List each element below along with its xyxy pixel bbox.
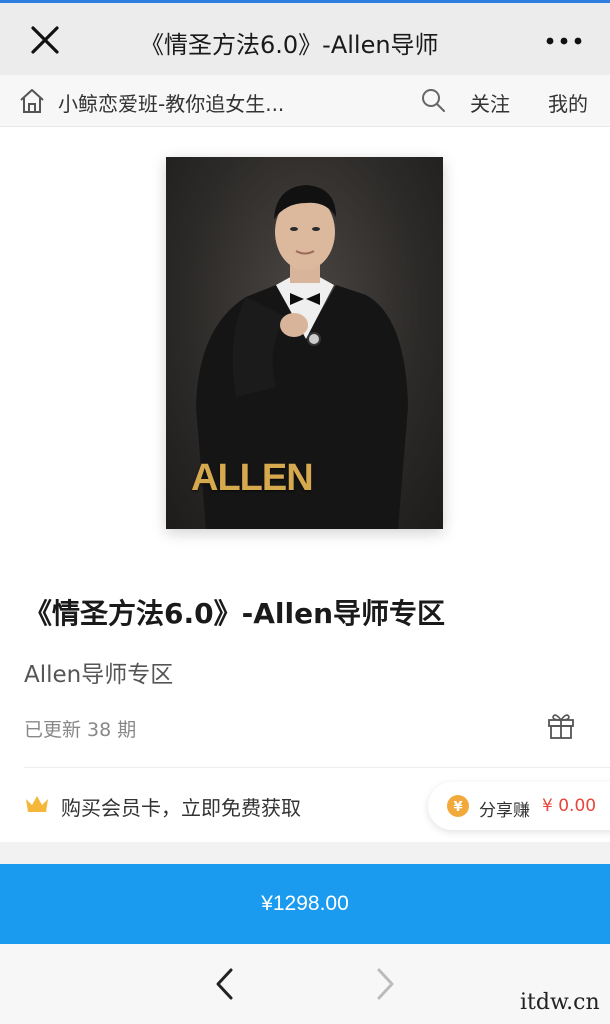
shop-nav-bar: 小鲸恋爱班-教你追女生... 关注 我的 [0,75,610,127]
title-bar: 《情圣方法6.0》-Allen导师 [0,3,610,75]
share-amount: ¥ 0.00 [542,796,597,816]
section-gap [0,842,610,864]
browser-bottom-bar [0,944,610,1024]
chevron-left-icon[interactable] [210,966,240,1002]
chevron-right-icon[interactable] [370,966,400,1002]
mine-link[interactable]: 我的 [548,88,588,117]
search-icon[interactable] [420,87,446,113]
page-title: 《情圣方法6.0》-Allen导师 [140,31,439,59]
coin-icon: ¥ [446,794,470,818]
product-cover-image: ALLEN [166,157,443,529]
product-title: 《情圣方法6.0》-Allen导师专区 [24,597,446,630]
buy-button[interactable]: ¥1298.00 [0,864,610,944]
shop-name-link[interactable]: 小鲸恋爱班-教你追女生... [58,88,284,117]
update-count: 已更新 38 期 [24,719,137,741]
member-card-link[interactable]: 购买会员卡，立即免费获取 [61,792,301,821]
more-icon[interactable] [544,29,584,53]
watermark-text: itdw.cn [520,990,600,1015]
product-subtitle: Allen导师专区 [24,662,174,688]
share-earn-button[interactable]: ¥ 分享赚 ¥ 0.00 [428,782,610,830]
share-label: 分享赚 [479,801,530,821]
svg-text:¥: ¥ [453,800,462,815]
home-icon[interactable] [18,87,46,115]
section-divider [24,767,610,768]
cover-brand-text: ALLEN [191,457,314,499]
follow-button[interactable]: 关注 [470,88,510,117]
close-icon[interactable] [28,23,62,57]
gift-icon[interactable] [546,710,576,740]
crown-icon [24,793,50,815]
